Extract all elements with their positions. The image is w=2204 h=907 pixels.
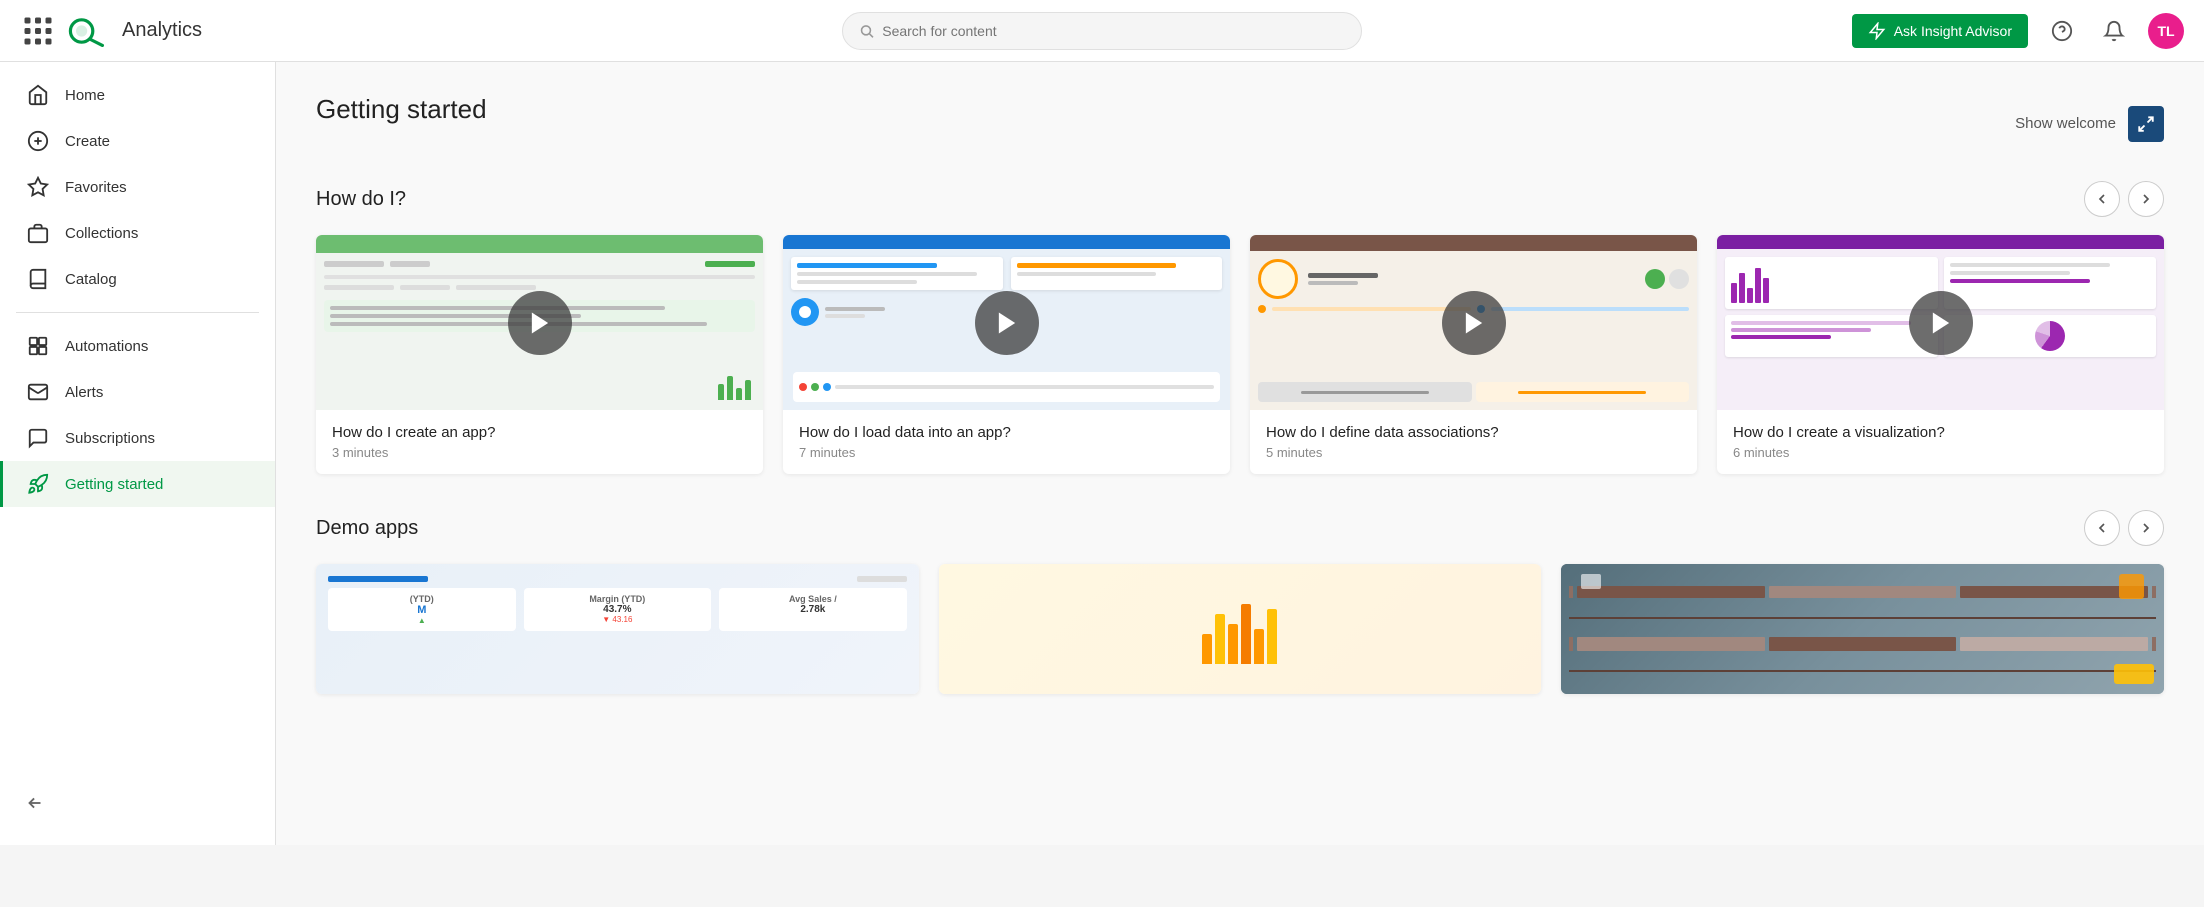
catalog-icon [27, 268, 49, 290]
video-duration-3: 6 minutes [1733, 445, 2148, 460]
rocket-icon [27, 473, 49, 495]
video-info-3: How do I create a visualization? 6 minut… [1717, 410, 2164, 474]
video-card-2[interactable]: How do I define data associations? 5 min… [1250, 235, 1697, 474]
play-icon-0 [526, 309, 554, 337]
video-thumb-0 [316, 235, 763, 410]
demo-thumb-2 [1561, 564, 2164, 694]
video-card-0[interactable]: How do I create an app? 3 minutes [316, 235, 763, 474]
topnav: Analytics Ask Insight Advisor TL [0, 0, 2204, 62]
how-do-i-next[interactable] [2128, 181, 2164, 217]
demo-apps-next[interactable] [2128, 510, 2164, 546]
alerts-icon [27, 381, 49, 403]
play-button-0[interactable] [508, 291, 572, 355]
star-icon [27, 176, 49, 198]
grid-icon [20, 13, 56, 49]
sidebar-item-create[interactable]: Create [0, 118, 275, 164]
sidebar-item-home[interactable]: Home [0, 72, 275, 118]
demo-card-0[interactable]: (YTD) M ▲ Margin (YTD) 43.7% ▼ 43.16 Avg… [316, 564, 919, 694]
insight-advisor-button[interactable]: Ask Insight Advisor [1852, 14, 2028, 48]
how-do-i-nav [2084, 181, 2164, 217]
video-title-1: How do I load data into an app? [799, 424, 1214, 441]
sidebar-item-favorites[interactable]: Favorites [0, 164, 275, 210]
sidebar-item-alerts[interactable]: Alerts [0, 369, 275, 415]
collapse-icon [24, 792, 46, 814]
video-thumb-1 [783, 235, 1230, 410]
demo-apps-prev[interactable] [2084, 510, 2120, 546]
video-info-1: How do I load data into an app? 7 minute… [783, 410, 1230, 474]
how-do-i-title: How do I? [316, 188, 406, 211]
qlik-logo [64, 15, 112, 47]
sidebar-collapse-button[interactable] [0, 776, 275, 835]
demo-thumb-0: (YTD) M ▲ Margin (YTD) 43.7% ▼ 43.16 Avg… [316, 564, 919, 694]
play-icon-3 [1927, 309, 1955, 337]
play-button-2[interactable] [1442, 291, 1506, 355]
automations-icon [27, 335, 49, 357]
video-cards-row: How do I create an app? 3 minutes [316, 235, 2164, 474]
avatar[interactable]: TL [2148, 13, 2184, 49]
search-bar [842, 12, 1362, 50]
section-header-how-do-i: How do I? [316, 181, 2164, 217]
page-title: Getting started [316, 94, 487, 125]
play-icon-1 [993, 309, 1021, 337]
insight-icon [1868, 22, 1886, 40]
create-icon [27, 130, 49, 152]
video-title-3: How do I create a visualization? [1733, 424, 2148, 441]
play-icon-2 [1460, 309, 1488, 337]
chevron-right-icon-demo [2138, 520, 2154, 536]
how-do-i-prev[interactable] [2084, 181, 2120, 217]
demo-apps-section: Demo apps [316, 510, 2164, 694]
play-button-3[interactable] [1909, 291, 1973, 355]
video-duration-1: 7 minutes [799, 445, 1214, 460]
sidebar: Home Create Favorites Collections Catalo… [0, 62, 276, 845]
app-title: Analytics [122, 19, 202, 42]
search-input[interactable] [882, 23, 1345, 39]
video-title-0: How do I create an app? [332, 424, 747, 441]
notifications-button[interactable] [2096, 13, 2132, 49]
play-button-1[interactable] [975, 291, 1039, 355]
bell-icon [2103, 20, 2125, 42]
sidebar-item-automations[interactable]: Automations [0, 323, 275, 369]
demo-card-2[interactable] [1561, 564, 2164, 694]
demo-card-1[interactable] [939, 564, 1542, 694]
topnav-right: Ask Insight Advisor TL [1852, 13, 2184, 49]
sidebar-item-getting-started[interactable]: Getting started [0, 461, 275, 507]
sidebar-item-subscriptions[interactable]: Subscriptions [0, 415, 275, 461]
show-welcome-button[interactable]: Show welcome [2015, 115, 2116, 132]
video-info-2: How do I define data associations? 5 min… [1250, 410, 1697, 474]
sidebar-item-catalog[interactable]: Catalog [0, 256, 275, 302]
video-info-0: How do I create an app? 3 minutes [316, 410, 763, 474]
demo-cards-row: (YTD) M ▲ Margin (YTD) 43.7% ▼ 43.16 Avg… [316, 564, 2164, 694]
demo-apps-title: Demo apps [316, 517, 418, 540]
help-icon [2051, 20, 2073, 42]
sidebar-item-collections[interactable]: Collections [0, 210, 275, 256]
video-thumb-2 [1250, 235, 1697, 410]
section-header-demo-apps: Demo apps [316, 510, 2164, 546]
chevron-right-icon [2138, 191, 2154, 207]
expand-button[interactable] [2128, 106, 2164, 142]
video-duration-0: 3 minutes [332, 445, 747, 460]
expand-icon [2137, 115, 2155, 133]
chevron-left-icon-demo [2094, 520, 2110, 536]
collections-icon [27, 222, 49, 244]
help-button[interactable] [2044, 13, 2080, 49]
video-card-1[interactable]: How do I load data into an app? 7 minute… [783, 235, 1230, 474]
chevron-left-icon [2094, 191, 2110, 207]
demo-thumb-1 [939, 564, 1542, 694]
video-thumb-3 [1717, 235, 2164, 410]
video-title-2: How do I define data associations? [1266, 424, 1681, 441]
video-card-3[interactable]: How do I create a visualization? 6 minut… [1717, 235, 2164, 474]
video-duration-2: 5 minutes [1266, 445, 1681, 460]
search-icon [859, 23, 874, 39]
demo-apps-nav [2084, 510, 2164, 546]
subscriptions-icon [27, 427, 49, 449]
grid-menu-button[interactable] [20, 13, 56, 49]
main-content: Getting started Show welcome How do I? [276, 62, 2204, 845]
how-do-i-section: How do I? [316, 181, 2164, 474]
home-icon [27, 84, 49, 106]
